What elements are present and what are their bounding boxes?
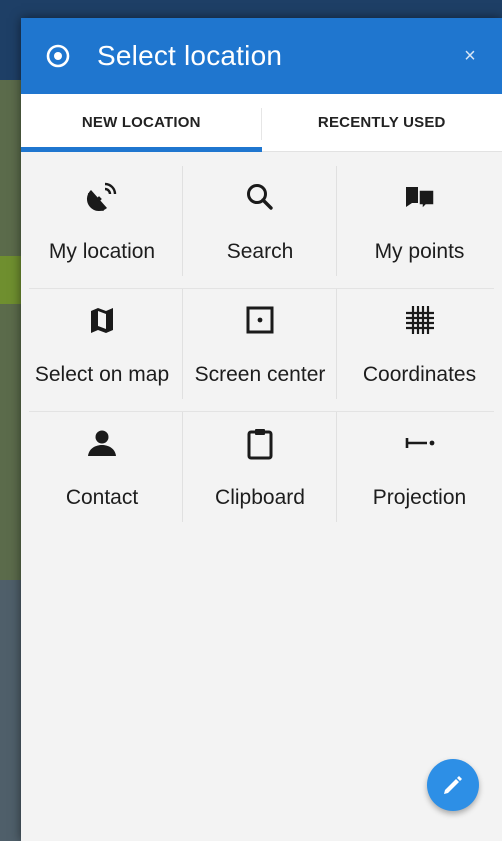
option-my-location[interactable]: My location	[21, 166, 183, 288]
option-label: Coordinates	[362, 363, 477, 386]
edit-fab-button[interactable]	[427, 759, 479, 811]
option-search[interactable]: Search	[183, 166, 337, 288]
option-projection[interactable]: Projection	[337, 412, 502, 534]
option-label: Contact	[65, 486, 139, 509]
option-label: Screen center	[194, 363, 326, 386]
pencil-icon	[444, 776, 462, 794]
magnifier-icon	[243, 180, 277, 214]
center-square-icon	[243, 303, 277, 337]
option-screen-center[interactable]: Screen center	[183, 289, 337, 411]
tab-bar: NEW LOCATION RECENTLY USED	[21, 94, 502, 152]
option-label: Clipboard	[215, 486, 305, 509]
tab-new-location[interactable]: NEW LOCATION	[21, 94, 262, 152]
tab-divider	[261, 108, 262, 140]
target-icon	[43, 41, 73, 71]
option-label: My points	[374, 240, 465, 263]
option-coordinates[interactable]: Coordinates	[337, 289, 502, 411]
location-options-grid: My location Search My points Select on m…	[21, 152, 502, 534]
option-label: Projection	[372, 486, 467, 509]
select-location-dialog: Select location × NEW LOCATION RECENTLY …	[21, 18, 502, 841]
option-contact[interactable]: Contact	[21, 412, 183, 534]
option-label: Select on map	[34, 363, 170, 386]
map-icon	[85, 303, 119, 337]
folders-icon	[403, 180, 437, 214]
projection-icon	[403, 426, 437, 460]
clipboard-icon	[243, 426, 277, 460]
grid-icon	[403, 303, 437, 337]
option-label: Search	[226, 240, 294, 263]
tab-recently-used[interactable]: RECENTLY USED	[262, 94, 502, 151]
satellite-dish-icon	[85, 180, 119, 214]
option-label: My location	[48, 240, 156, 263]
dialog-header: Select location ×	[21, 18, 502, 94]
option-select-on-map[interactable]: Select on map	[21, 289, 183, 411]
person-icon	[85, 426, 119, 460]
option-my-points[interactable]: My points	[337, 166, 502, 288]
option-clipboard[interactable]: Clipboard	[183, 412, 337, 534]
close-button[interactable]: ×	[460, 42, 480, 70]
dialog-title: Select location	[97, 40, 283, 71]
